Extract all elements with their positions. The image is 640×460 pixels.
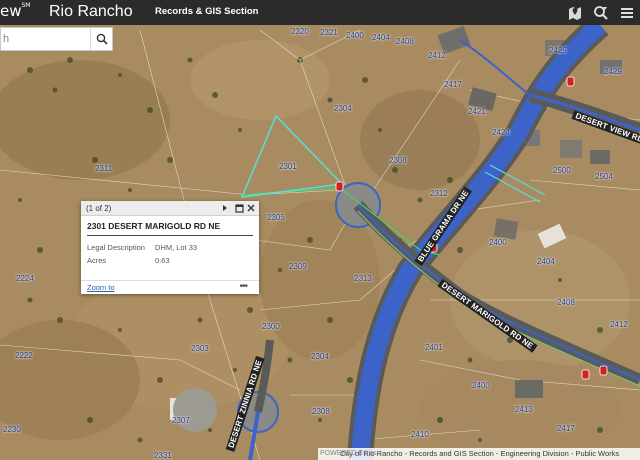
- parcel-label: 2309: [289, 262, 307, 271]
- parcel-label: 2308: [312, 407, 330, 416]
- attribution-text: City of Rio Rancho - Records and GIS Sec…: [340, 449, 620, 458]
- parcel-label: 2401: [425, 343, 443, 352]
- app-logo: ewSM: [0, 2, 31, 20]
- parcel-label: 2321: [320, 28, 338, 37]
- parcel-label: 2312: [430, 189, 448, 198]
- parcel-label: 2400: [489, 238, 507, 247]
- parcel-label: 2313: [354, 274, 372, 283]
- attribute-row: Acres 0.63: [87, 254, 197, 267]
- parcel-label: 2425: [549, 46, 567, 55]
- parcel-label: 2300: [262, 322, 280, 331]
- parcel-label: 2230: [3, 425, 21, 434]
- attribute-value: DHM, Lot 33: [155, 243, 198, 252]
- attribute-key: Legal Description: [87, 243, 145, 252]
- popup-count: (1 of 2): [86, 204, 112, 213]
- parcel-label: 2224: [16, 274, 34, 283]
- menu-icon[interactable]: [617, 3, 637, 23]
- parcel-label: 2424: [492, 128, 510, 137]
- marker-1: [335, 181, 344, 192]
- parcel-label: 2412: [610, 320, 628, 329]
- search-input[interactable]: [1, 28, 90, 50]
- parcel-label: 2417: [444, 80, 462, 89]
- popup-titlebar: (1 of 2): [81, 201, 259, 216]
- parcel-label: 2320: [291, 27, 309, 36]
- parcel-label: 2421: [468, 107, 486, 116]
- marker-4: [581, 369, 590, 380]
- parcel-label: 2307: [172, 416, 190, 425]
- parcel-label: 2417: [557, 424, 575, 433]
- cul-de-sac-west: [173, 388, 217, 432]
- parcel-label: 2400: [346, 31, 364, 40]
- parcel-label: 2504: [595, 172, 613, 181]
- parcel-label: 2500: [553, 166, 571, 175]
- map-attribution: POWERED BY esri City of Rio Rancho - Rec…: [318, 448, 640, 460]
- maximize-icon[interactable]: [234, 203, 244, 213]
- popup-attributes: Legal Description DHM, Lot 33 Acres 0.63: [87, 241, 197, 267]
- zoom-to-link[interactable]: Zoom to: [87, 283, 115, 292]
- app-header: ewSM Rio Rancho Records & GIS Section: [0, 0, 640, 25]
- search-box: [0, 27, 113, 51]
- parcel-label: 2400: [472, 381, 490, 390]
- map-pin-tool-icon[interactable]: [565, 3, 585, 23]
- parcel-label: 2311: [95, 164, 113, 173]
- popup-title: 2301 DESERT MARIGOLD RD NE: [87, 221, 253, 236]
- app-subtitle: Records & GIS Section: [155, 6, 259, 17]
- parcel-label: 2404: [537, 257, 555, 266]
- attribute-value: 0.63: [155, 256, 170, 265]
- parcel-label: 2304: [311, 352, 329, 361]
- parcel-label: 2408: [396, 37, 414, 46]
- app-title: Rio Rancho: [49, 3, 133, 20]
- info-popup: (1 of 2) 2301 DESERT MARIGOLD RD NE Lega…: [81, 201, 259, 294]
- more-options-icon[interactable]: •••: [239, 281, 247, 292]
- parcel-label: 2404: [372, 33, 390, 42]
- parcel-label: 2301: [279, 162, 297, 171]
- parcel-label: 2305: [267, 213, 285, 222]
- attribute-key: Acres: [87, 256, 107, 265]
- esri-logo[interactable]: POWERED BY esri: [320, 448, 381, 460]
- parcel-label: 2413: [515, 405, 533, 414]
- parcel-label: 2222: [15, 351, 33, 360]
- parcel-label: 2331: [154, 451, 172, 460]
- parcel-label: 2412: [428, 51, 446, 60]
- parcel-label: 2429: [604, 67, 622, 76]
- search-icon: [96, 33, 108, 45]
- attribute-row: Legal Description DHM, Lot 33: [87, 241, 197, 254]
- parcel-label: 2303: [191, 344, 209, 353]
- popup-footer: Zoom to •••: [81, 280, 259, 294]
- parcel-label: 2308: [389, 156, 407, 165]
- search-tool-icon[interactable]: [591, 3, 611, 23]
- next-feature-icon[interactable]: [220, 203, 230, 213]
- parcel-label: 2410: [411, 430, 429, 439]
- marker-2: [566, 76, 575, 87]
- marker-5: [599, 365, 608, 376]
- search-button[interactable]: [90, 28, 112, 50]
- parcel-label: 2408: [557, 298, 575, 307]
- parcel-label: 2304: [334, 104, 352, 113]
- close-icon[interactable]: [246, 203, 256, 213]
